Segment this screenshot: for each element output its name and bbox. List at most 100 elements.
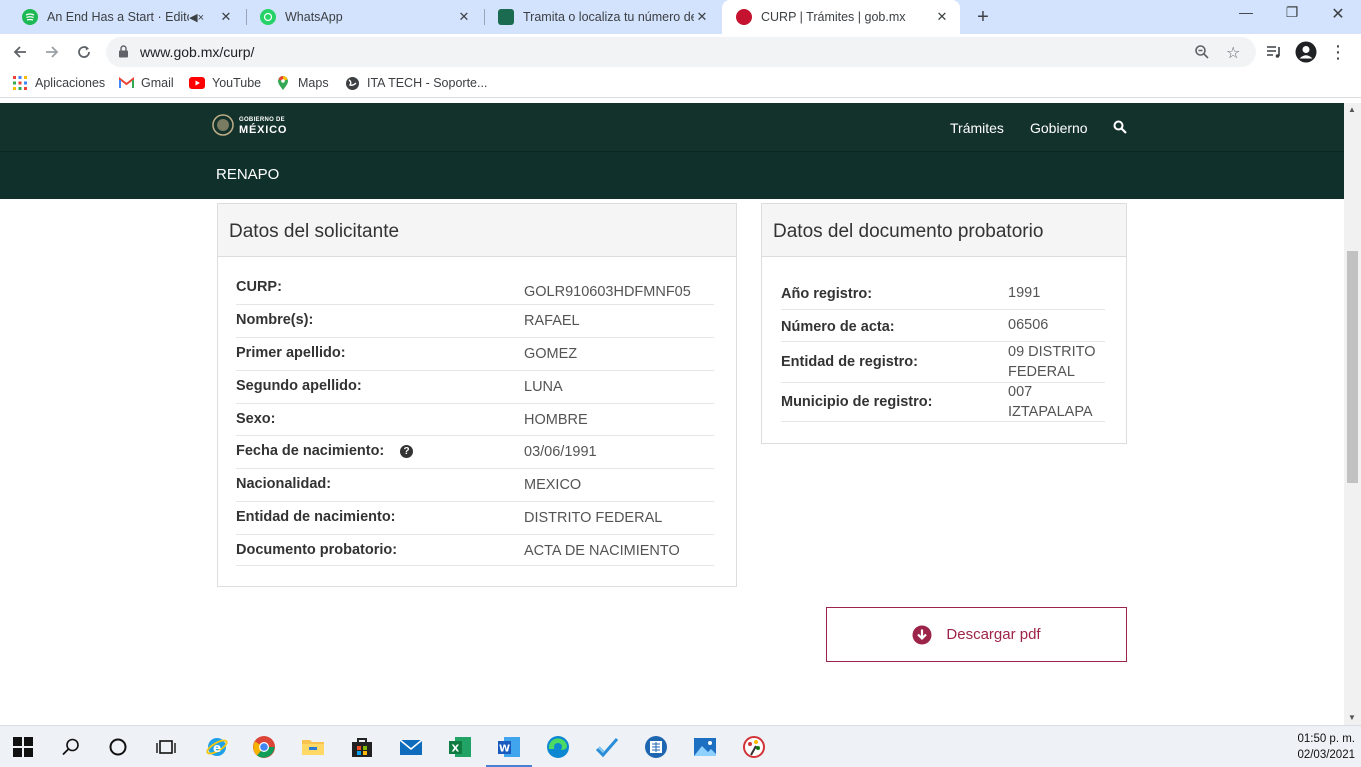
field-label: Primer apellido: — [236, 345, 346, 361]
data-row: Primer apellido: GOMEZ — [236, 338, 714, 371]
paint-app-icon[interactable] — [742, 735, 766, 759]
globe-icon — [344, 75, 360, 91]
field-value: 007 IZTAPALAPA — [1008, 384, 1093, 420]
youtube-icon — [189, 75, 205, 91]
tab-title: Tramita o localiza tu número de s — [523, 10, 694, 24]
profile-avatar-icon[interactable] — [1294, 40, 1318, 64]
scrollbar-thumb[interactable] — [1347, 251, 1358, 483]
kebab-menu-icon[interactable]: ⋮ — [1326, 40, 1350, 64]
section-title: RENAPO — [216, 166, 280, 183]
edge-icon[interactable] — [546, 735, 570, 759]
data-row: Fecha de nacimiento: 03/06/1991? — [236, 436, 714, 469]
field-label: Entidad de nacimiento: — [236, 509, 396, 525]
address-bar[interactable]: www.gob.mx/curp/ ☆ — [106, 37, 1256, 67]
lock-icon[interactable] — [118, 45, 129, 63]
close-window-button[interactable]: ✕ — [1318, 4, 1358, 28]
system-clock[interactable]: 01:50 p. m. 02/03/2021 — [1297, 731, 1355, 763]
windows-start-icon[interactable] — [11, 735, 35, 759]
back-button[interactable] — [8, 40, 32, 64]
minimize-button[interactable]: — — [1226, 4, 1266, 28]
field-value: 03/06/1991 — [524, 444, 597, 460]
scroll-down-icon[interactable]: ▼ — [1348, 713, 1356, 722]
close-tab-icon[interactable]: ✕ — [218, 9, 234, 25]
tab-whatsapp[interactable]: WhatsApp ✕ — [246, 0, 482, 34]
help-question-icon[interactable]: ? — [400, 445, 413, 458]
bookmark-label: YouTube — [212, 76, 262, 90]
close-tab-icon[interactable]: ✕ — [934, 9, 950, 25]
field-value: GOMEZ — [524, 346, 578, 362]
word-icon[interactable]: W — [497, 735, 521, 759]
tab-tramita[interactable]: Tramita o localiza tu número de s ✕ — [484, 0, 720, 34]
svg-text:e: e — [213, 741, 221, 755]
search-icon[interactable] — [59, 735, 83, 759]
field-value: RAFAEL — [524, 313, 580, 329]
checkmark-app-icon[interactable] — [595, 735, 619, 759]
nav-tramites[interactable]: Trámites — [950, 120, 1004, 136]
logo-text-bottom: MÉXICO — [239, 124, 288, 136]
data-row: Número de acta: 06506 — [781, 310, 1105, 342]
bookmark-maps[interactable]: Maps — [275, 75, 329, 91]
gob-mx-logo[interactable]: GOBIERNO DE MÉXICO — [212, 114, 287, 136]
chrome-icon[interactable] — [252, 735, 276, 759]
bookmark-label: Aplicaciones — [35, 76, 106, 90]
field-value: MEXICO — [524, 477, 582, 493]
speaker-muted-icon[interactable]: ◀× — [189, 11, 204, 24]
photos-icon[interactable] — [693, 735, 717, 759]
field-label: Nombre(s): — [236, 312, 314, 328]
data-row: Municipio de registro: 007 IZTAPALAPA — [781, 383, 1105, 422]
zoom-icon[interactable] — [1194, 44, 1210, 65]
probatorio-panel: Datos del documento probatorio Año regis… — [761, 203, 1127, 444]
tab-spotify[interactable]: An End Has a Start · Editors ◀× ✕ — [8, 0, 244, 34]
gob-seal-icon — [498, 9, 514, 25]
maps-pin-icon — [275, 75, 291, 91]
nav-gobierno[interactable]: Gobierno — [1030, 120, 1088, 136]
bookmark-label: Maps — [298, 76, 329, 90]
field-value: LUNA — [524, 379, 563, 395]
scroll-up-icon[interactable]: ▲ — [1348, 105, 1356, 114]
download-pdf-button[interactable]: Descargar pdf — [826, 607, 1127, 662]
search-icon[interactable] — [1113, 120, 1127, 139]
field-label: Año registro: — [781, 286, 873, 302]
field-label: Documento probatorio: — [236, 542, 398, 558]
reload-button[interactable] — [72, 40, 96, 64]
tab-title: An End Has a Start · Editors — [47, 10, 190, 24]
excel-icon[interactable]: X — [448, 735, 472, 759]
tab-title: CURP | Trámites | gob.mx — [761, 10, 906, 24]
close-tab-icon[interactable]: ✕ — [694, 9, 710, 25]
field-value: HOMBRE — [524, 412, 588, 428]
field-value: 06506 — [1008, 317, 1049, 333]
download-circle-icon — [912, 625, 932, 644]
field-label: Nacionalidad: — [236, 476, 332, 492]
restore-button[interactable]: ❐ — [1272, 4, 1312, 28]
task-view-icon[interactable] — [154, 735, 178, 759]
data-row: Entidad de nacimiento: DISTRITO FEDERAL — [236, 502, 714, 535]
bookmarks-bar: Aplicaciones Gmail YouTube Maps ITA TECH… — [0, 70, 1361, 98]
eagle-seal-icon — [212, 114, 234, 136]
bookmark-ita-tech[interactable]: ITA TECH - Soporte... — [344, 75, 487, 91]
media-control-icon[interactable] — [1262, 40, 1286, 64]
cortana-icon[interactable] — [106, 735, 130, 759]
data-row: Entidad de registro: 09 DISTRITO FEDERAL — [781, 342, 1105, 383]
bookmark-youtube[interactable]: YouTube — [189, 75, 261, 91]
internet-explorer-icon[interactable]: e — [205, 735, 229, 759]
field-value: GOLR910603HDFMNF05 — [524, 284, 691, 300]
field-value: ACTA DE NACIMIENTO — [524, 543, 680, 559]
mail-icon[interactable] — [399, 735, 423, 759]
tab-curp[interactable]: CURP | Trámites | gob.mx ✕ — [722, 0, 960, 34]
store-icon[interactable] — [350, 735, 374, 759]
data-row: CURP: GOLR910603HDFMNF05 — [236, 271, 714, 305]
field-label: Municipio de registro: — [781, 394, 933, 410]
file-explorer-icon[interactable] — [301, 735, 325, 759]
data-row: Segundo apellido: LUNA — [236, 371, 714, 404]
panel-title: Datos del documento probatorio — [773, 221, 1044, 242]
close-tab-icon[interactable]: ✕ — [456, 9, 472, 25]
field-label: Segundo apellido: — [236, 378, 362, 394]
calculator-app-icon[interactable] — [644, 735, 668, 759]
bookmark-star-icon[interactable]: ☆ — [1226, 43, 1240, 63]
bookmark-gmail[interactable]: Gmail — [118, 75, 174, 91]
bookmark-apps[interactable]: Aplicaciones — [12, 75, 105, 91]
new-tab-button[interactable]: + — [972, 6, 994, 28]
forward-button[interactable] — [40, 40, 64, 64]
page-scrollbar[interactable]: ▲ ▼ — [1344, 103, 1361, 725]
gob-red-icon — [736, 9, 752, 25]
